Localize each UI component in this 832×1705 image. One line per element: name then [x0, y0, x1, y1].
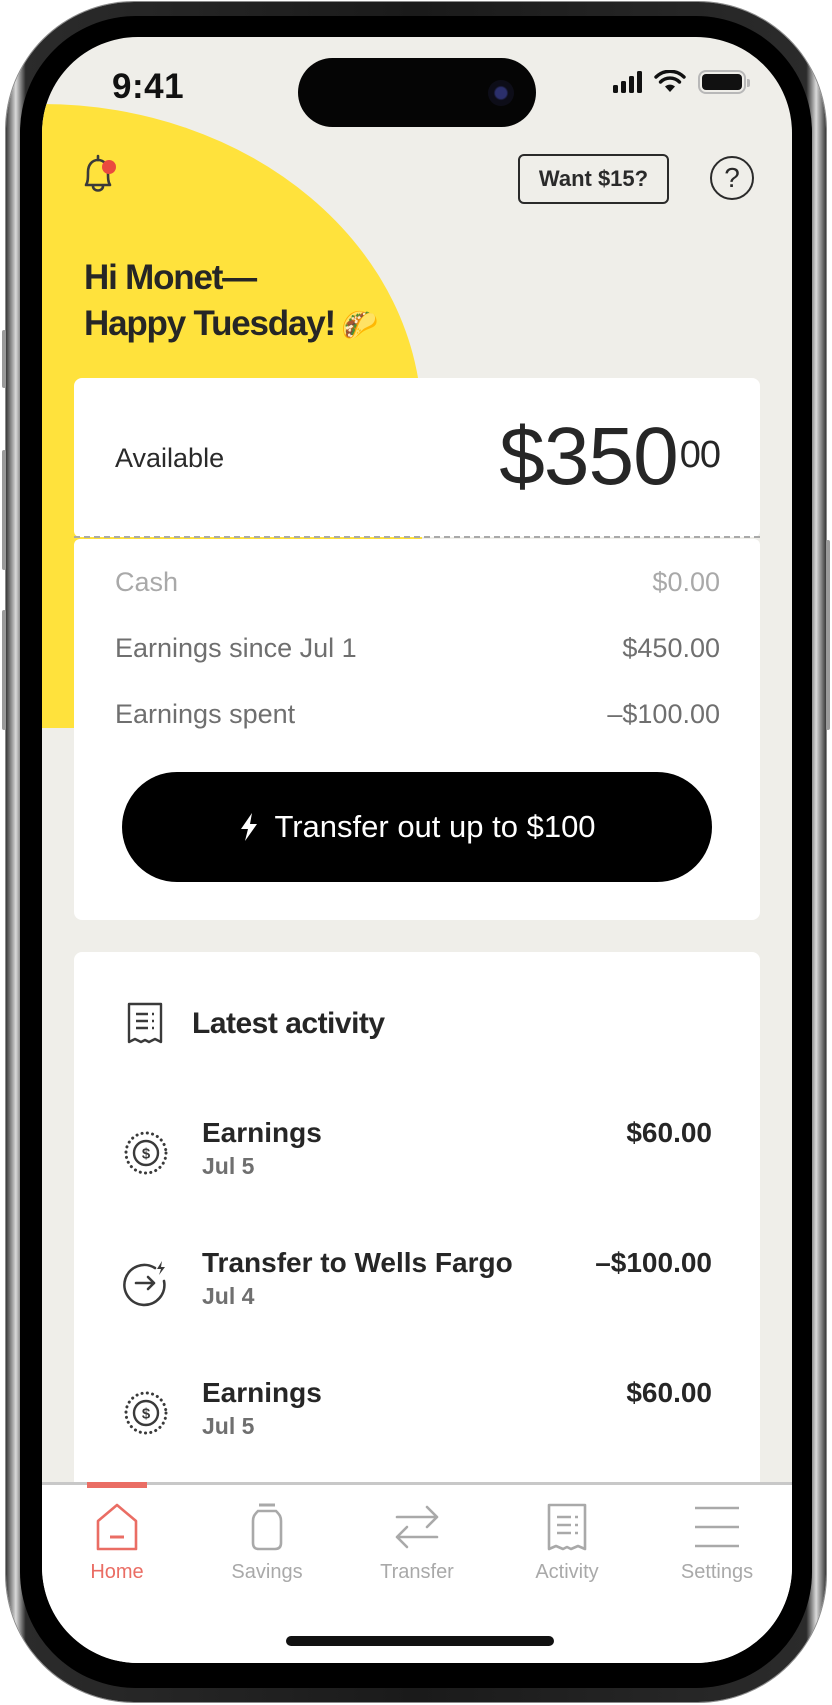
- tab-home[interactable]: Home: [57, 1503, 177, 1584]
- transfer-out-label: Transfer out up to $100: [274, 809, 596, 844]
- receipt-icon: [127, 1002, 163, 1044]
- activity-item-amount: $60.00: [626, 1117, 712, 1148]
- cellular-signal-icon: [613, 71, 642, 93]
- notifications-button[interactable]: [78, 152, 118, 200]
- tab-label: Home: [90, 1561, 144, 1583]
- activity-item-date: Jul 5: [202, 1413, 255, 1439]
- svg-text:$: $: [142, 1406, 151, 1423]
- notification-badge: [102, 160, 116, 174]
- lightning-icon: [241, 813, 258, 841]
- activity-item-amount: $60.00: [626, 1377, 712, 1408]
- available-dollars: $350: [499, 411, 678, 502]
- status-icons: [613, 70, 750, 94]
- activity-item-date: Jul 4: [202, 1283, 255, 1309]
- dollar-coin-icon: $: [124, 1391, 168, 1435]
- available-amount: $35000: [499, 411, 721, 502]
- available-label: Available: [115, 443, 225, 473]
- menu-icon: [695, 1506, 739, 1548]
- referral-button[interactable]: Want $15?: [518, 154, 669, 204]
- tab-transfer[interactable]: Transfer: [357, 1503, 477, 1584]
- taco-emoji-icon: 🌮: [340, 309, 379, 342]
- breakdown-value: $450.00: [622, 633, 720, 663]
- greeting-line-2: Happy Tuesday! 🌮: [84, 301, 378, 349]
- question-circle-icon: ?: [724, 162, 740, 193]
- status-bar: 9:41: [42, 37, 792, 127]
- action-button: [2, 330, 6, 388]
- power-button: [826, 540, 830, 730]
- dynamic-island: [298, 58, 536, 127]
- front-camera: [488, 80, 514, 106]
- available-balance-card: Available $35000: [74, 378, 760, 537]
- tab-settings[interactable]: Settings: [657, 1503, 777, 1584]
- home-indicator[interactable]: [286, 1636, 554, 1646]
- transfer-out-button[interactable]: Transfer out up to $100: [122, 772, 712, 882]
- arrows-swap-icon: [395, 1505, 439, 1549]
- app-screen: 9:41 Want $15? ? Hi Monet— Happy Tuesday…: [42, 37, 792, 1663]
- breakdown-value: –$100.00: [607, 699, 720, 729]
- receipt-icon: [547, 1503, 587, 1551]
- home-icon: [96, 1503, 138, 1551]
- wifi-icon: [654, 70, 686, 92]
- activity-item[interactable]: $ Earnings Jul 5 $60.00: [122, 1377, 712, 1457]
- instant-transfer-icon: [123, 1261, 166, 1307]
- tab-label: Savings: [231, 1561, 303, 1583]
- tab-savings[interactable]: Savings: [207, 1503, 327, 1584]
- tab-activity[interactable]: Activity: [507, 1503, 627, 1584]
- jar-icon: [251, 1503, 283, 1551]
- greeting-line-1: Hi Monet—: [84, 258, 257, 297]
- bell-icon: [84, 154, 112, 192]
- status-time: 9:41: [112, 67, 185, 106]
- breakdown-row-earnings: Earnings since Jul 1 $450.00: [115, 633, 720, 664]
- activity-item-title: Earnings: [202, 1377, 322, 1408]
- volume-up-button: [2, 450, 6, 570]
- battery-icon: [698, 70, 750, 94]
- svg-text:$: $: [142, 1146, 151, 1163]
- activity-item-date: Jul 5: [202, 1153, 255, 1179]
- dollar-coin-icon: $: [124, 1131, 168, 1175]
- dashed-divider: [74, 536, 760, 538]
- breakdown-label: Earnings spent: [115, 699, 296, 729]
- available-cents: 00: [679, 434, 721, 476]
- breakdown-label: Cash: [115, 567, 179, 597]
- balance-breakdown-card: Cash $0.00 Earnings since Jul 1 $450.00 …: [74, 539, 760, 920]
- latest-activity-card: Latest activity $ Earnings Jul 5 $60.00 …: [74, 952, 760, 1572]
- tab-label: Settings: [680, 1561, 754, 1583]
- activity-item-amount: –$100.00: [595, 1247, 712, 1278]
- greeting-text: Happy Tuesday!: [84, 304, 336, 343]
- activity-title: Latest activity: [192, 1007, 385, 1040]
- breakdown-value: $0.00: [652, 567, 720, 597]
- volume-down-button: [2, 610, 6, 730]
- greeting: Hi Monet— Happy Tuesday! 🌮: [84, 255, 378, 349]
- help-button[interactable]: ?: [710, 156, 754, 200]
- breakdown-label: Earnings since Jul 1: [115, 633, 357, 663]
- activity-header: Latest activity: [126, 1002, 385, 1046]
- activity-item[interactable]: $ Earnings Jul 5 $60.00: [122, 1117, 712, 1197]
- breakdown-row-cash: Cash $0.00: [115, 567, 720, 598]
- activity-item[interactable]: Transfer to Wells Fargo Jul 4 –$100.00: [122, 1247, 712, 1327]
- activity-item-title: Transfer to Wells Fargo: [202, 1247, 513, 1278]
- activity-item-title: Earnings: [202, 1117, 322, 1148]
- breakdown-row-spent: Earnings spent –$100.00: [115, 699, 720, 730]
- active-tab-indicator: [87, 1482, 147, 1488]
- tab-label: Transfer: [380, 1561, 454, 1583]
- tab-label: Activity: [535, 1561, 599, 1583]
